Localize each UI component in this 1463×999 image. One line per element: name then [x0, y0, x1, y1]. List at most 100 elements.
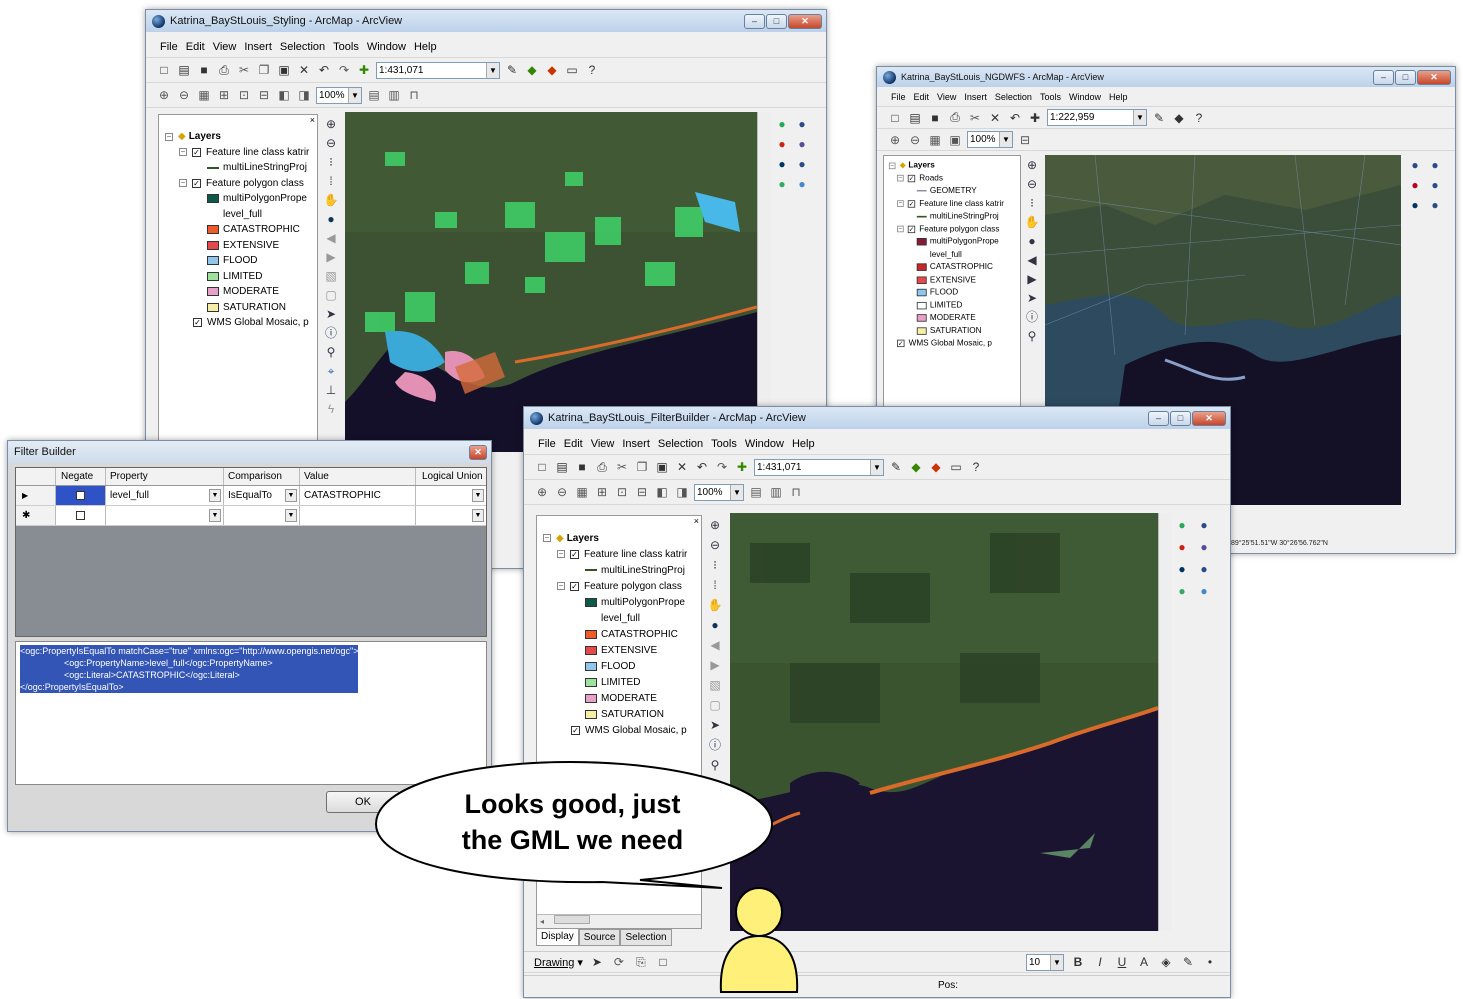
undo-icon[interactable]: ↶ — [694, 459, 710, 475]
map-tool-icon[interactable]: ● — [1407, 197, 1423, 213]
tab-selection[interactable]: Selection — [620, 929, 672, 946]
editor-icon[interactable]: ✎ — [888, 459, 904, 475]
select-icon[interactable]: ➤ — [323, 306, 339, 322]
copy-icon[interactable]: ❐ — [634, 459, 650, 475]
toc-close-icon[interactable]: × — [694, 516, 699, 526]
negate-cell[interactable] — [56, 506, 106, 525]
arctoolbox-icon[interactable]: ◆ — [928, 459, 944, 475]
menu-view[interactable]: View — [591, 438, 615, 450]
forward-icon[interactable]: ▶ — [323, 249, 339, 265]
zoom-out-fixed-icon[interactable]: ⊖ — [176, 87, 192, 103]
next-extent-icon[interactable]: ◨ — [674, 484, 690, 500]
map-tool-icon[interactable]: ● — [794, 156, 810, 172]
layer-checkbox[interactable]: ✓ — [907, 225, 916, 233]
arccatalog-icon[interactable]: ◆ — [524, 62, 540, 78]
map-tool-icon[interactable]: ● — [1407, 177, 1423, 193]
find-icon[interactable]: ⚲ — [1024, 328, 1040, 344]
layer-wms[interactable]: WMS Global Mosaic, p — [585, 725, 687, 736]
toc-horizontal-scrollbar[interactable]: ◂ — [537, 914, 701, 928]
chevron-down-icon[interactable]: ▼ — [209, 489, 221, 502]
layer-line-class[interactable]: Feature line class katrir — [584, 549, 687, 560]
bold-icon[interactable]: B — [1070, 954, 1086, 970]
layer-checkbox[interactable]: ✓ — [193, 318, 202, 328]
map-tool-icon[interactable]: ● — [1427, 197, 1443, 213]
menu-insert[interactable]: Insert — [622, 438, 650, 450]
map-tool-icon[interactable]: ● — [1427, 177, 1443, 193]
maximize-button[interactable]: □ — [1395, 69, 1416, 85]
forward-icon[interactable]: ▶ — [707, 657, 723, 673]
redo-icon[interactable]: ↷ — [714, 459, 730, 475]
close-button[interactable]: ✕ — [469, 444, 487, 460]
chevron-down-icon[interactable]: ▼ — [472, 509, 484, 522]
rotate-icon[interactable]: ⟳ — [611, 954, 627, 970]
editor-icon[interactable]: ✎ — [1151, 110, 1167, 126]
help-icon[interactable]: ? — [1191, 110, 1207, 126]
font-color-icon[interactable]: A — [1136, 954, 1152, 970]
clear-selection-icon[interactable]: ▢ — [323, 287, 339, 303]
save-icon[interactable]: ■ — [574, 459, 590, 475]
menu-help[interactable]: Help — [1109, 92, 1128, 102]
layer-polygon-class[interactable]: Feature polygon class — [206, 178, 304, 189]
new-icon[interactable]: □ — [887, 110, 903, 126]
menu-selection[interactable]: Selection — [658, 438, 703, 450]
menu-insert[interactable]: Insert — [244, 41, 272, 53]
undo-icon[interactable]: ↶ — [1007, 110, 1023, 126]
whats-this-help-icon[interactable]: ? — [968, 459, 984, 475]
map-tool-icon[interactable]: ● — [1196, 583, 1212, 599]
menu-edit[interactable]: Edit — [186, 41, 205, 53]
zoom-whole-page-icon[interactable]: ⊞ — [216, 87, 232, 103]
layout-zoom-combo[interactable]: 100% ▼ — [316, 86, 362, 104]
layer-wms[interactable]: WMS Global Mosaic, p — [909, 339, 992, 348]
select-features-icon[interactable]: ▧ — [323, 268, 339, 284]
menu-file[interactable]: File — [538, 438, 556, 450]
line-color-icon[interactable]: ✎ — [1180, 954, 1196, 970]
map-tool-icon[interactable]: ● — [774, 136, 790, 152]
print-icon[interactable]: ⎙ — [947, 110, 963, 126]
undo-icon[interactable]: ↶ — [316, 62, 332, 78]
zoom-whole-page-icon[interactable]: ⊞ — [594, 484, 610, 500]
previous-extent-icon[interactable]: ◧ — [276, 87, 292, 103]
open-icon[interactable]: ▤ — [176, 62, 192, 78]
menu-file[interactable]: File — [891, 92, 906, 102]
drawing-menu[interactable]: Drawing ▾ — [534, 956, 583, 969]
menu-help[interactable]: Help — [792, 438, 815, 450]
toggle-draft-icon[interactable]: ▤ — [366, 87, 382, 103]
fixed-zoom-in-icon[interactable]: ⁝ — [707, 557, 723, 573]
logical-union-cell[interactable]: ▼ — [416, 506, 486, 525]
table-row-new[interactable]: ✱ ▼ ▼ ▼ — [16, 506, 486, 526]
value-cell[interactable]: CATASTROPHIC — [300, 486, 416, 505]
go-to-xy-icon[interactable]: ⌖ — [323, 363, 339, 379]
zoom-out-icon[interactable]: ⊖ — [1024, 176, 1040, 192]
focus-frame-icon[interactable]: ▥ — [386, 87, 402, 103]
table-row[interactable]: ▶ level_full ▼ IsEqualTo ▼ CATASTROPHIC ▼ — [16, 486, 486, 506]
select-features-icon[interactable]: ▧ — [707, 677, 723, 693]
map-view[interactable] — [345, 112, 757, 452]
pan-layout-icon[interactable]: ▦ — [196, 87, 212, 103]
logical-union-cell[interactable]: ▼ — [416, 486, 486, 505]
full-extent-icon[interactable]: ⊟ — [256, 87, 272, 103]
map-tool-icon[interactable]: ● — [1196, 539, 1212, 555]
command-line-icon[interactable]: ▭ — [948, 459, 964, 475]
delete-icon[interactable]: ✕ — [674, 459, 690, 475]
column-header-negate[interactable]: Negate — [56, 468, 106, 485]
collapse-icon[interactable]: − — [897, 225, 904, 233]
layer-polygon-class[interactable]: Feature polygon class — [584, 581, 682, 592]
column-header-logical-union[interactable]: Logical Union — [416, 468, 486, 485]
paste-icon[interactable]: ▣ — [276, 62, 292, 78]
map-scale-combo[interactable]: 1:431,071 ▼ — [754, 458, 884, 476]
back-icon[interactable]: ◀ — [707, 637, 723, 653]
negate-checkbox[interactable] — [76, 511, 85, 520]
menu-window[interactable]: Window — [745, 438, 784, 450]
map-tool-icon[interactable]: ● — [1407, 157, 1423, 173]
cut-icon[interactable]: ✂ — [967, 110, 983, 126]
tab-display[interactable]: Display — [536, 929, 579, 946]
zoom-in-fixed-icon[interactable]: ⊕ — [156, 87, 172, 103]
chevron-down-icon[interactable]: ▼ — [285, 489, 297, 502]
menu-view[interactable]: View — [213, 41, 237, 53]
zoom-100-icon[interactable]: ⊡ — [236, 87, 252, 103]
save-icon[interactable]: ■ — [196, 62, 212, 78]
fixed-zoom-out-icon[interactable]: ⁞ — [707, 577, 723, 593]
pan-icon[interactable]: ✋ — [1024, 214, 1040, 230]
fixed-zoom-in-icon[interactable]: ⁝ — [323, 154, 339, 170]
menu-selection[interactable]: Selection — [995, 92, 1032, 102]
